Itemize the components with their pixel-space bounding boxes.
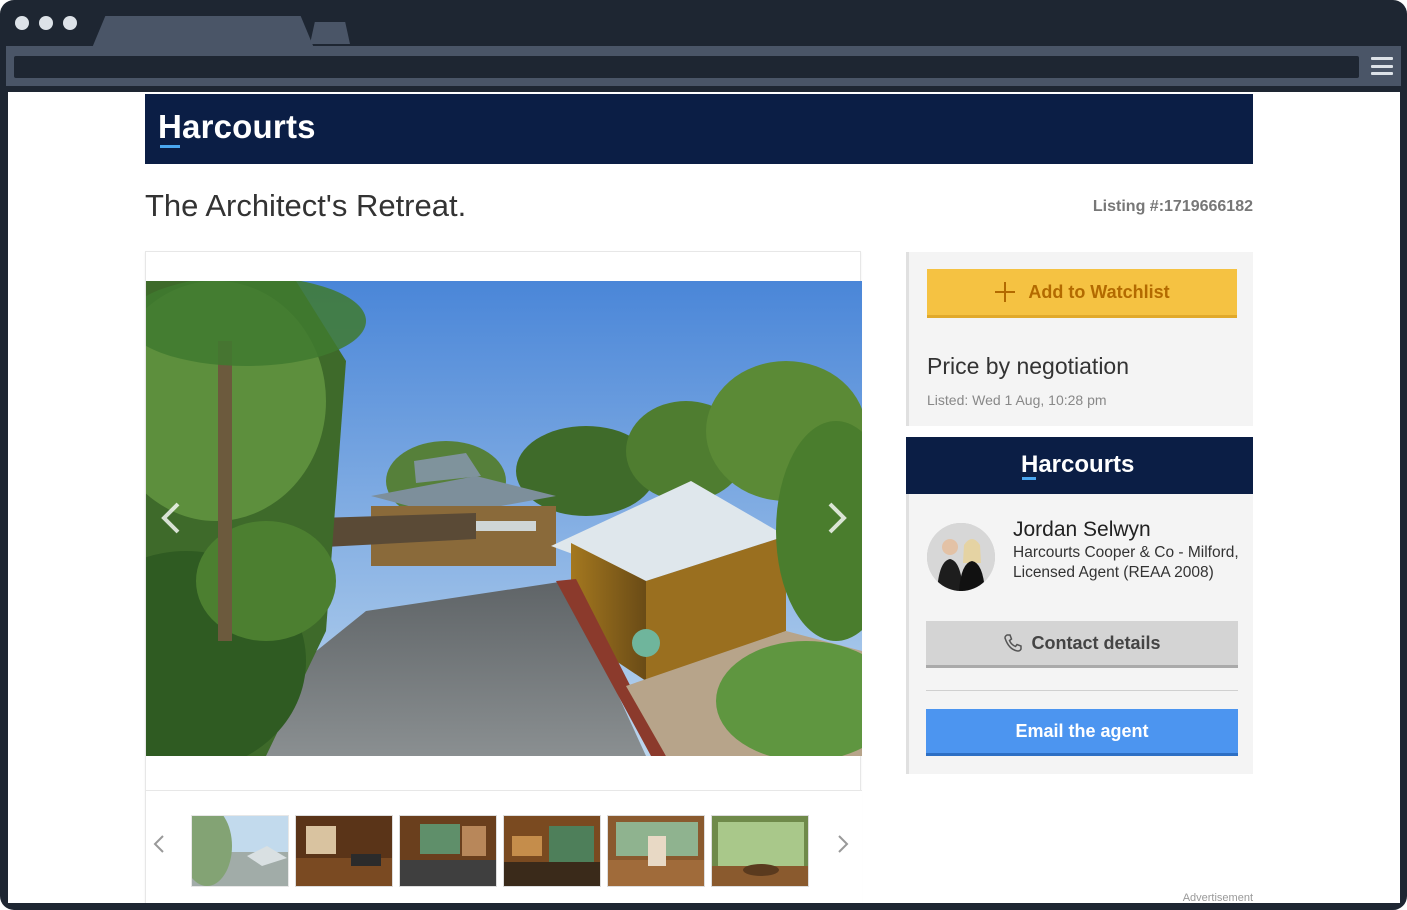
photo-next-arrow[interactable] — [822, 502, 852, 534]
advertisement-label: Advertisement — [1182, 892, 1253, 903]
thumbnail-image — [504, 816, 600, 886]
site-header: Harcourts — [145, 94, 1253, 164]
harcourts-logo[interactable]: Harcourts — [158, 108, 316, 146]
window-minimize-dot[interactable] — [39, 16, 53, 30]
add-to-watchlist-button[interactable]: Add to Watchlist — [927, 269, 1237, 318]
browser-toolbar — [6, 46, 1401, 86]
thumbnail-2[interactable] — [295, 815, 393, 887]
divider — [926, 690, 1238, 691]
email-agent-label: Email the agent — [1015, 720, 1149, 741]
logo-accent — [1022, 477, 1036, 480]
window-maximize-dot[interactable] — [63, 16, 77, 30]
page-viewport: Harcourts The Architect's Retreat. Listi… — [8, 92, 1400, 903]
agent-avatar — [927, 523, 995, 591]
contact-details-button[interactable]: Contact details — [926, 621, 1238, 668]
thumbnail-1[interactable] — [191, 815, 289, 887]
browser-tab-new[interactable] — [310, 22, 350, 44]
property-photo-image — [146, 281, 862, 756]
phone-icon — [1004, 634, 1023, 652]
thumbnail-6[interactable] — [711, 815, 809, 887]
listing-title: The Architect's Retreat. — [145, 188, 467, 223]
thumbnail-strip — [146, 790, 862, 903]
chevron-left-icon — [161, 502, 180, 534]
browser-window: Harcourts The Architect's Retreat. Listi… — [0, 0, 1407, 910]
thumbnail-next-arrow[interactable] — [836, 833, 856, 855]
agent-photo — [927, 523, 995, 591]
chevron-right-icon — [828, 502, 847, 534]
thumbnail-image — [192, 816, 288, 886]
thumbnail-image — [296, 816, 392, 886]
listed-date: Listed: Wed 1 Aug, 10:28 pm — [927, 392, 1107, 408]
address-bar[interactable] — [14, 56, 1359, 78]
photo-prev-arrow[interactable] — [156, 502, 186, 534]
price-card: Add to Watchlist Price by negotiation Li… — [906, 252, 1253, 426]
thumbnail-image — [400, 816, 496, 886]
agent-organization: Harcourts Cooper & Co - Milford, License… — [1013, 544, 1239, 581]
harcourts-logo-small: Harcourts — [1021, 451, 1135, 478]
browser-tab-active[interactable] — [92, 16, 314, 48]
listing-number: Listing #:1719666182 — [1092, 198, 1253, 215]
chevron-left-icon — [153, 835, 164, 853]
agent-brand-header: Harcourts — [906, 437, 1253, 494]
chevron-right-icon — [838, 835, 849, 853]
email-agent-button[interactable]: Email the agent — [926, 709, 1238, 756]
thumbnail-5[interactable] — [607, 815, 705, 887]
thumbnail-image — [712, 816, 808, 886]
window-controls — [15, 16, 77, 30]
contact-details-label: Contact details — [1031, 632, 1161, 653]
browser-menu-icon[interactable] — [1371, 57, 1393, 75]
agent-card: Harcourts Jordan Selwyn Harcourts Cooper… — [906, 437, 1253, 774]
thumbnail-prev-arrow[interactable] — [152, 833, 172, 855]
price-text: Price by negotiation — [927, 353, 1130, 379]
thumbnail-4[interactable] — [503, 815, 601, 887]
watchlist-label: Add to Watchlist — [1028, 281, 1170, 302]
thumbnail-3[interactable] — [399, 815, 497, 887]
thumbnail-image — [608, 816, 704, 886]
plus-icon — [995, 282, 1016, 302]
window-close-dot[interactable] — [15, 16, 29, 30]
main-photo[interactable] — [146, 281, 862, 756]
photo-gallery — [145, 251, 862, 903]
agent-name[interactable]: Jordan Selwyn — [1013, 518, 1151, 542]
logo-accent — [160, 145, 180, 148]
